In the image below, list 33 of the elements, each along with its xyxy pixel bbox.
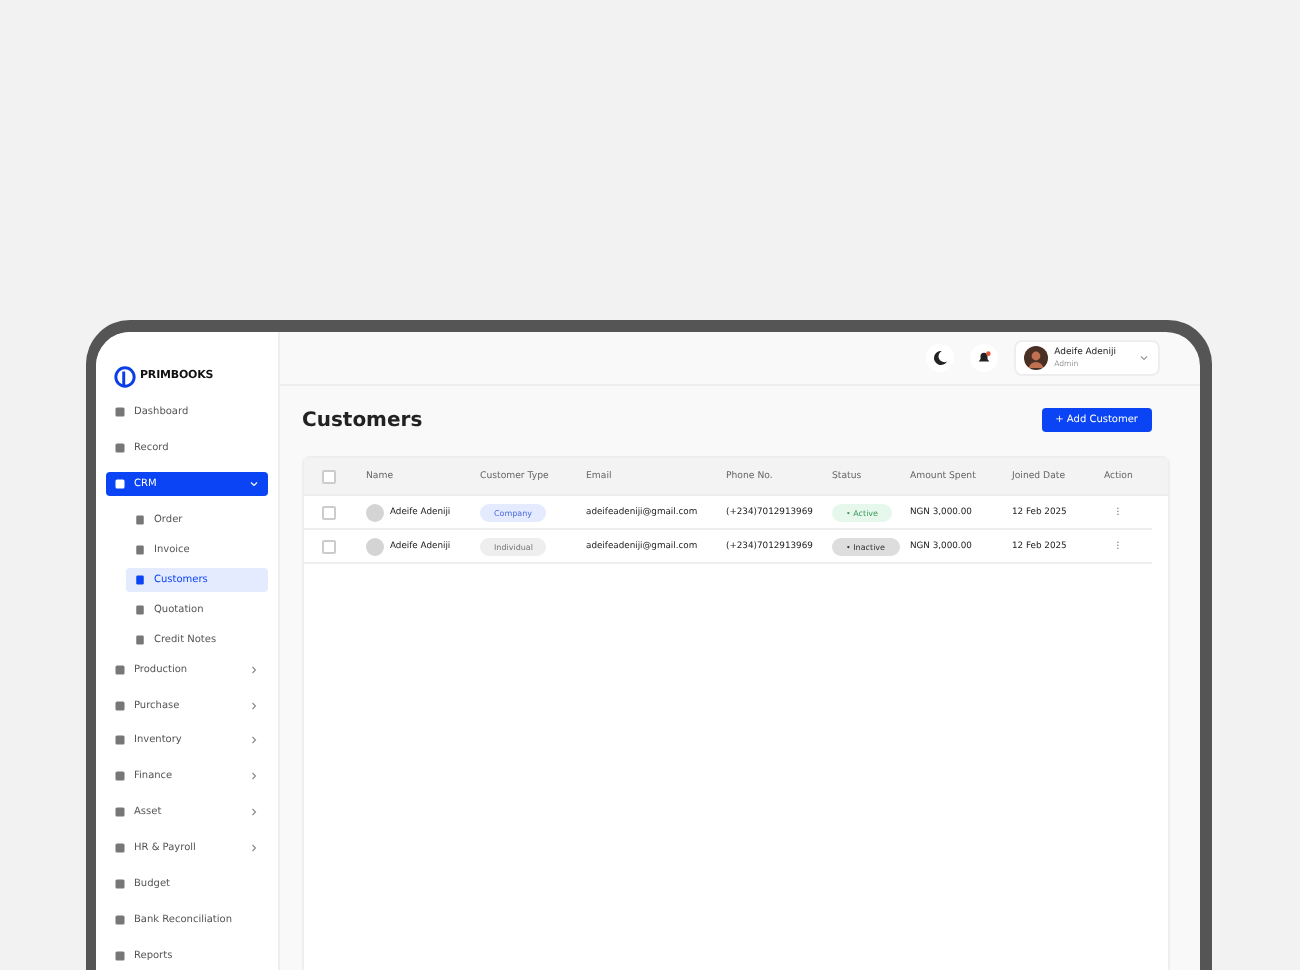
chevron-icon [248,477,260,490]
menu-item-icon [114,842,126,855]
menu-item-icon [134,573,146,586]
chevron-icon [1138,352,1150,364]
chevron-icon [248,734,260,747]
avatar-icon [1024,346,1049,370]
chevron-icon [248,663,260,676]
menu-item-icon [114,663,126,676]
page-title: Customers [302,409,423,431]
menu-item-icon [134,633,146,646]
menu-item-icon [114,806,126,819]
chevron-icon [248,699,260,712]
menu-item-icon [134,513,146,526]
notification-bell-icon[interactable] [970,344,999,372]
menu-item-icon [134,543,146,556]
chevron-icon [248,770,260,783]
menu-item-icon [114,878,126,891]
moon-icon[interactable] [926,344,955,372]
menu-item-icon [114,441,126,454]
menu-item-icon [114,477,126,490]
chevron-icon [248,842,260,855]
chevron-icon [248,806,260,819]
logo-icon [114,365,136,387]
menu-item-icon [114,770,126,783]
menu-item-icon [114,913,126,926]
row-checkbox[interactable] [322,539,336,553]
row-checkbox[interactable] [322,505,336,519]
menu-item-icon [114,734,126,747]
menu-item-icon [134,603,146,616]
menu-item-icon [114,949,126,962]
menu-item-icon [114,699,126,712]
select-all-checkbox[interactable] [322,469,336,483]
menu-item-icon [114,406,126,418]
